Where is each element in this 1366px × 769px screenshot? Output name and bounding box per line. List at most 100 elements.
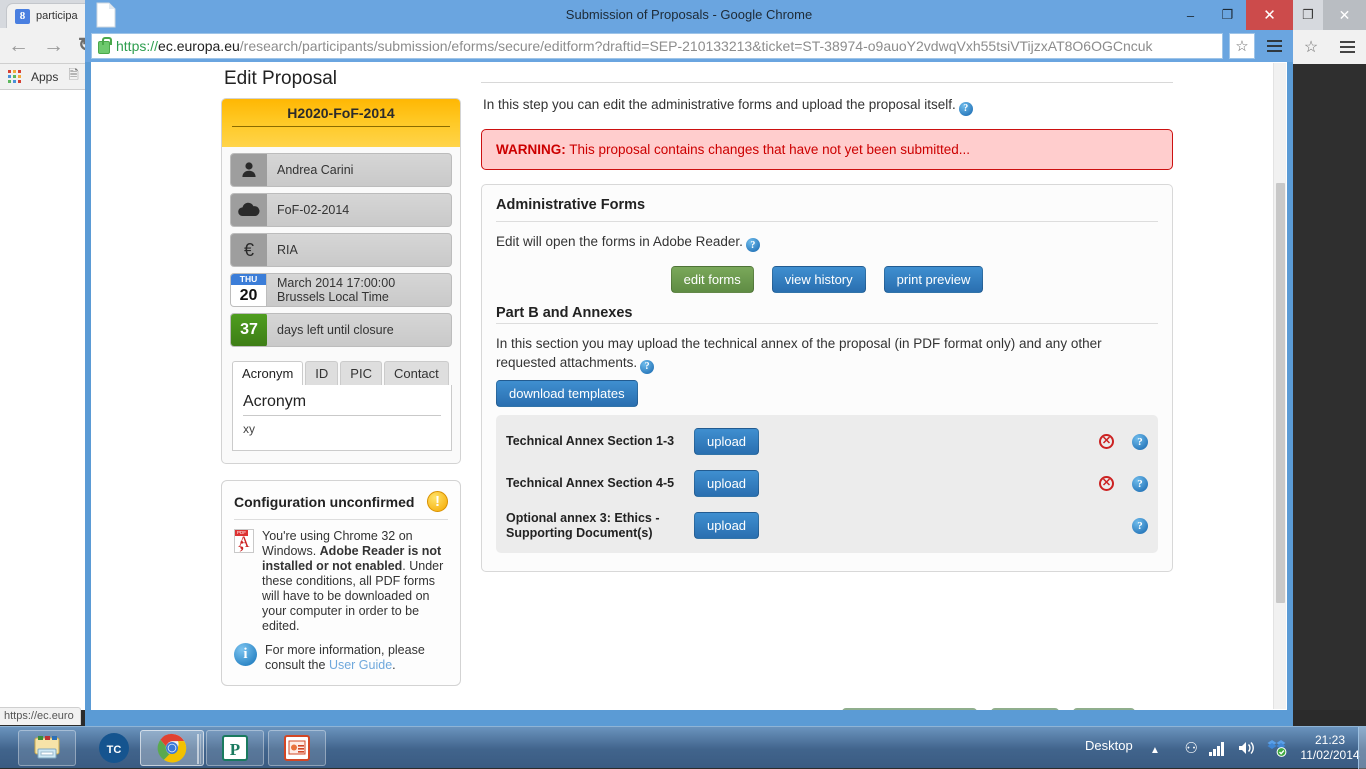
- taskbar-item-powerpoint[interactable]: [268, 730, 326, 766]
- window-titlebar: Submission of Proposals - Google Chrome …: [85, 0, 1293, 30]
- deadline-line1: March 2014 17:00:00: [277, 276, 395, 290]
- tab-pic[interactable]: PIC: [340, 361, 382, 385]
- clock-date: 11/02/2014: [1298, 748, 1362, 763]
- show-desktop-button[interactable]: [1358, 727, 1366, 769]
- publisher-icon: P: [221, 734, 249, 762]
- background-omnibox-right: ☆: [1293, 30, 1366, 64]
- window-controls: – ❐ ✕: [1172, 0, 1293, 30]
- scrollbar-thumb[interactable]: [1276, 183, 1285, 603]
- svg-text:P: P: [230, 740, 240, 759]
- step-intro-text: In this step you can edit the administra…: [477, 83, 1177, 116]
- tab-panel-acronym: Acronym xy: [232, 385, 452, 451]
- taskbar-stacked-indicator: [197, 734, 201, 764]
- bg-restore-icon[interactable]: ❐: [1293, 7, 1323, 23]
- meta-row-deadline: THU 20 March 2014 17:00:00 Brussels Loca…: [230, 273, 452, 307]
- calendar-day-of-week: THU: [231, 273, 266, 285]
- warning-prefix: WARNING:: [496, 142, 566, 157]
- file-explorer-icon: [32, 735, 62, 761]
- configuration-title: Configuration unconfirmed: [234, 494, 414, 510]
- tray-expand-chevron-icon[interactable]: ▲: [1150, 745, 1160, 756]
- dropbox-icon[interactable]: [1267, 739, 1287, 757]
- tab-contact[interactable]: Contact: [384, 361, 449, 385]
- signal-icon[interactable]: [1209, 741, 1227, 756]
- taskbar-item-file-explorer[interactable]: [18, 730, 76, 766]
- upload-button[interactable]: upload: [694, 512, 759, 539]
- help-icon[interactable]: ?: [746, 238, 760, 252]
- pdf-file-icon: A: [234, 529, 254, 553]
- calendar-icon: THU 20: [231, 273, 267, 307]
- usb-icon[interactable]: ⚇: [1185, 739, 1198, 757]
- proposal-summary-panel: H2020-FoF-2014 Andrea Carini: [221, 98, 461, 464]
- download-templates-row: download templates: [496, 374, 1158, 401]
- hamburger-menu-icon[interactable]: [1261, 33, 1287, 59]
- administrative-forms-buttons: edit forms view history print preview: [496, 252, 1158, 297]
- page-viewport: Edit Proposal H2020-FoF-2014: [91, 62, 1287, 710]
- meta-row-topic: FoF-02-2014: [230, 193, 452, 227]
- taskbar-item-publisher[interactable]: P: [206, 730, 264, 766]
- view-history-button[interactable]: view history: [772, 266, 866, 293]
- annex-row: Optional annex 3: Ethics - Supporting Do…: [506, 505, 1148, 547]
- page-scrollbar[interactable]: [1273, 63, 1286, 709]
- bg-hamburger-menu-icon[interactable]: [1340, 41, 1355, 53]
- url-scheme: https://: [116, 38, 158, 54]
- windows-taskbar: TC P ⚇: [0, 726, 1366, 768]
- bg-close-icon[interactable]: ✕: [1323, 0, 1366, 30]
- print-preview-button[interactable]: print preview: [884, 266, 984, 293]
- help-icon[interactable]: ?: [1132, 434, 1148, 450]
- configuration-info-text: For more information, please consult the…: [265, 643, 448, 673]
- warning-text: This proposal contains changes that have…: [566, 142, 970, 157]
- bookmark-page-icon[interactable]: 🗎: [68, 66, 78, 88]
- cloud-icon: [231, 193, 267, 227]
- deadline-text: March 2014 17:00:00 Brussels Local Time: [267, 276, 395, 304]
- bookmarks-apps-label[interactable]: Apps: [31, 70, 58, 84]
- part-b-description: In this section you may upload the techn…: [496, 324, 1158, 374]
- step-navigation-buttons: << Step 4 - Parties validate submit: [477, 708, 1177, 710]
- submit-button[interactable]: submit: [1073, 708, 1135, 710]
- days-left-label: days left until closure: [267, 323, 394, 337]
- close-button[interactable]: ✕: [1246, 0, 1293, 30]
- euro-icon: €: [231, 233, 267, 267]
- help-icon[interactable]: ?: [1132, 518, 1148, 534]
- bookmark-star-icon[interactable]: ☆: [1229, 33, 1255, 59]
- forward-icon[interactable]: →: [43, 35, 64, 56]
- bg-star-icon[interactable]: ☆: [1304, 37, 1318, 57]
- address-bar[interactable]: https://ec.europa.eu/research/participan…: [91, 33, 1223, 59]
- help-icon[interactable]: ?: [1132, 476, 1148, 492]
- upload-button[interactable]: upload: [694, 470, 759, 497]
- delete-circle-icon[interactable]: ✕: [1099, 434, 1114, 449]
- download-templates-button[interactable]: download templates: [496, 380, 638, 407]
- maximize-button[interactable]: ❐: [1209, 0, 1246, 30]
- previous-step-button[interactable]: << Step 4 - Parties: [842, 708, 977, 710]
- taskbar-item-google-chrome[interactable]: [140, 730, 204, 766]
- administrative-forms-description: Edit will open the forms in Adobe Reader…: [496, 222, 1158, 253]
- minimize-button[interactable]: –: [1172, 0, 1209, 30]
- system-tray: ⚇ 21:23 11/02/2014: [1175, 727, 1366, 769]
- upload-button[interactable]: upload: [694, 428, 759, 455]
- help-icon[interactable]: ?: [640, 360, 654, 374]
- back-icon[interactable]: ←: [8, 35, 29, 56]
- apps-grid-icon[interactable]: [8, 70, 21, 83]
- volume-icon[interactable]: [1238, 740, 1256, 756]
- warning-banner: WARNING: This proposal contains changes …: [481, 129, 1173, 170]
- part-b-heading: Part B and Annexes: [496, 305, 1158, 323]
- intro-text: In this step you can edit the administra…: [483, 97, 956, 112]
- days-left-count: 37: [231, 313, 267, 347]
- info-icon: i: [234, 643, 257, 666]
- validate-button[interactable]: validate: [991, 708, 1060, 710]
- call-identifier: H2020-FoF-2014: [232, 105, 450, 127]
- user-guide-link[interactable]: User Guide: [329, 658, 392, 672]
- meta-row-contact: Andrea Carini: [230, 153, 452, 187]
- help-icon[interactable]: ?: [959, 102, 973, 116]
- edit-forms-button[interactable]: edit forms: [671, 266, 754, 293]
- taskbar-clock[interactable]: 21:23 11/02/2014: [1298, 733, 1362, 763]
- taskbar-item-total-commander[interactable]: TC: [85, 730, 143, 766]
- window-title: Submission of Proposals - Google Chrome: [85, 7, 1293, 22]
- configuration-warning-box: Configuration unconfirmed ! A You're usi…: [221, 480, 461, 686]
- page-title: Edit Proposal: [221, 62, 461, 98]
- delete-circle-icon[interactable]: ✕: [1099, 476, 1114, 491]
- tab-id[interactable]: ID: [305, 361, 338, 385]
- tab-acronym[interactable]: Acronym: [232, 361, 303, 385]
- url-host: ec.europa.eu: [158, 38, 240, 54]
- person-icon: [231, 153, 267, 187]
- part-b-desc-text: In this section you may upload the techn…: [496, 336, 1102, 370]
